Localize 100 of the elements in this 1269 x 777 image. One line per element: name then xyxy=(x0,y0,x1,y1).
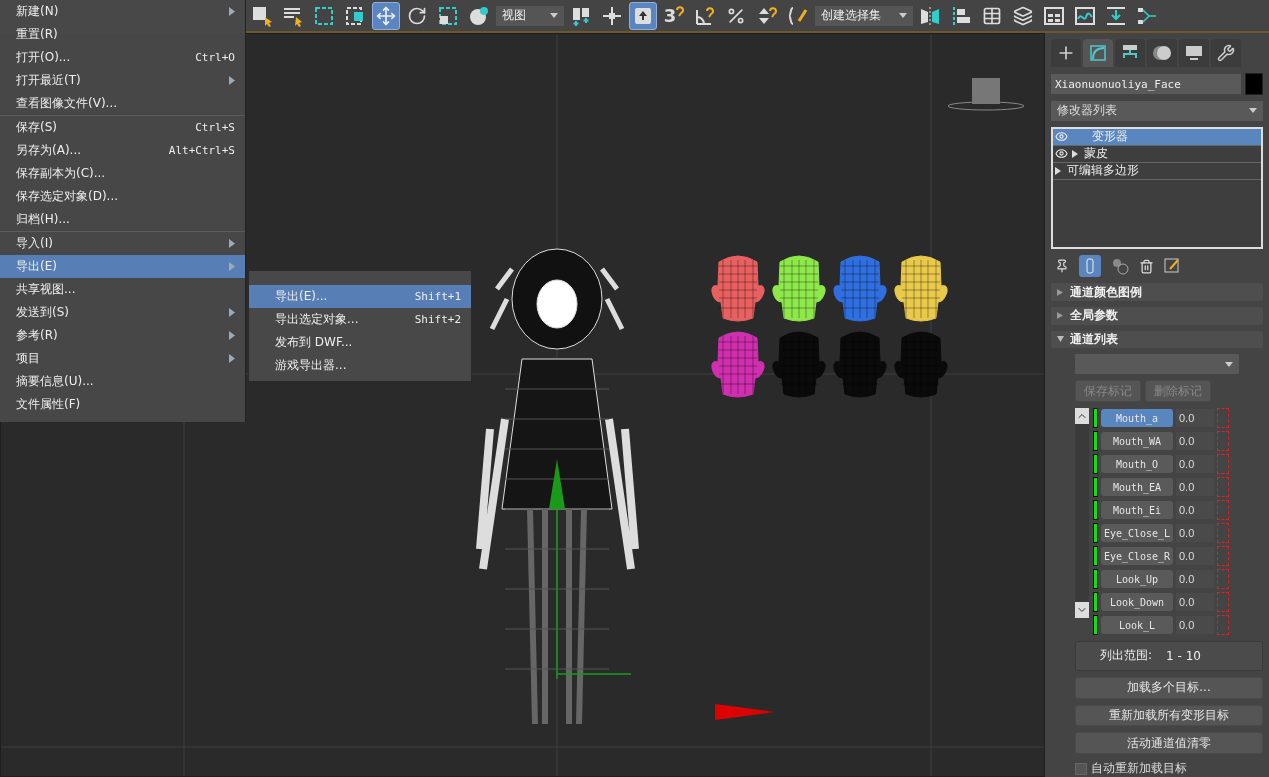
modifier-stack-item[interactable]: 可编辑多边形 xyxy=(1053,162,1261,180)
caret-icon xyxy=(899,13,907,18)
menu-item[interactable]: 重置(R) xyxy=(0,23,245,46)
submenu-arrow-icon xyxy=(229,262,235,271)
channel-status-bar xyxy=(1093,431,1098,452)
circles-icon[interactable] xyxy=(1147,39,1177,67)
menu-item[interactable]: 新建(N) xyxy=(0,0,245,23)
submenu-arrow-icon xyxy=(229,239,235,248)
menu-item[interactable]: 文件属性(F) xyxy=(0,393,245,416)
modifier-stack-item[interactable]: 蒙皮 xyxy=(1053,145,1261,163)
channel-name-button[interactable]: Mouth_EA xyxy=(1101,478,1173,497)
menu-item[interactable]: 保存(S) Ctrl+S xyxy=(0,116,245,139)
channel-value-field[interactable]: 0.0 xyxy=(1176,593,1214,612)
submenu-arrow-icon xyxy=(229,7,235,16)
expand-arrow-icon[interactable] xyxy=(1055,166,1061,175)
channel-value-field[interactable]: 0.0 xyxy=(1176,455,1214,474)
menu-item[interactable]: 保存副本为(C)... xyxy=(0,162,245,185)
channel-status-bar xyxy=(1093,569,1098,590)
show-end-result-icon[interactable] xyxy=(1079,255,1101,278)
menu-item[interactable]: 游戏导出器... xyxy=(249,354,471,377)
caret-icon xyxy=(1225,361,1233,367)
channel-name-button[interactable]: Eye_Close_L xyxy=(1101,524,1173,543)
caret-icon xyxy=(550,13,558,18)
channel-name-button[interactable]: Mouth_O xyxy=(1101,455,1173,474)
rollout-arrow-icon xyxy=(1057,288,1064,296)
modifier-list-dropdown[interactable]: 修改器列表 xyxy=(1051,101,1263,121)
submenu-arrow-icon xyxy=(229,308,235,317)
checkbox-label: 自动重新加载目标 xyxy=(1091,760,1187,777)
rollout-header[interactable]: 全局参数 xyxy=(1051,306,1263,325)
rollout-arrow-icon xyxy=(1057,336,1064,344)
channel-status-bar xyxy=(1093,477,1098,498)
menu-item[interactable]: 打开(O)... Ctrl+O xyxy=(0,46,245,69)
channel-value-field[interactable]: 0.0 xyxy=(1176,409,1214,428)
plus-icon[interactable] xyxy=(1051,39,1081,67)
channel-value-field[interactable]: 0.0 xyxy=(1176,478,1214,497)
channel-status-bar xyxy=(1093,546,1098,567)
channel-name-button[interactable]: Eye_Close_R xyxy=(1101,547,1173,566)
rollout-arrow-icon xyxy=(1057,312,1064,320)
menu-item[interactable]: 保存选定对象(D)... xyxy=(0,185,245,208)
configure-icon[interactable] xyxy=(1164,258,1180,275)
checkbox[interactable] xyxy=(1075,762,1087,775)
menu-item[interactable]: 导出(E)... Shift+1 xyxy=(249,285,471,308)
channel-status-bar xyxy=(1093,454,1098,475)
channel-value-field[interactable]: 0.0 xyxy=(1176,501,1214,520)
channel-name-button[interactable]: Look_Up xyxy=(1101,570,1173,589)
channel-name-button[interactable]: Look_Down xyxy=(1101,593,1173,612)
menu-item[interactable]: 发布到 DWF... xyxy=(249,331,471,354)
menu-item[interactable]: 摘要信息(U)... xyxy=(0,370,245,393)
range-value: 1 - 10 xyxy=(1166,649,1201,663)
menu-item[interactable]: 导入(I) xyxy=(0,232,245,255)
action-button[interactable]: 加载多个目标... xyxy=(1075,676,1263,699)
menu-item[interactable]: 共享视图... xyxy=(0,278,245,301)
channel-status-bar xyxy=(1093,500,1098,521)
menu-item[interactable]: 另存为(A)... Alt+Ctrl+S xyxy=(0,139,245,162)
range-label: 列出范围: xyxy=(1100,647,1153,665)
object-name-field[interactable]: Xiaonuonuoliya_Face xyxy=(1051,74,1241,94)
curve-square-icon[interactable] xyxy=(1083,39,1113,67)
channel-value-field[interactable]: 0.0 xyxy=(1176,616,1214,635)
marker-dropdown[interactable] xyxy=(1075,354,1239,375)
channel-name-button[interactable]: Mouth_WA xyxy=(1101,432,1173,451)
scrollbar[interactable] xyxy=(1075,408,1089,619)
menu-item[interactable]: 参考(R) xyxy=(0,324,245,347)
channel-status-bar xyxy=(1093,408,1098,429)
move-icon[interactable] xyxy=(372,1,400,30)
rollout-header[interactable]: 通道颜色图例 xyxy=(1051,283,1263,301)
action-button[interactable]: 重新加载所有变形目标 xyxy=(1075,704,1263,727)
menu-item[interactable]: 归档(H)... xyxy=(0,208,245,231)
menu-item[interactable]: 发送到(S) xyxy=(0,301,245,324)
toolbar-dropdown[interactable]: 视图 xyxy=(496,5,564,26)
action-button[interactable]: 活动通道值清零 xyxy=(1075,732,1263,754)
monitor-icon[interactable] xyxy=(1179,39,1209,67)
menu-item[interactable]: 导出选定对象... Shift+2 xyxy=(249,308,471,331)
channel-name-button[interactable]: Mouth_Ei xyxy=(1101,501,1173,520)
object-color-swatch[interactable] xyxy=(1245,73,1263,95)
menu-item[interactable]: 导出(E) xyxy=(0,255,245,278)
scroll-up-icon[interactable] xyxy=(1075,408,1089,425)
channel-value-field[interactable]: 0.0 xyxy=(1176,432,1214,451)
pin-icon[interactable] xyxy=(1055,259,1069,274)
caret-icon xyxy=(1249,108,1257,114)
channel-status-bar xyxy=(1093,523,1098,544)
trash-icon[interactable] xyxy=(1139,258,1154,274)
up-arrow-key-icon[interactable] xyxy=(629,1,657,30)
hierarchy-icon[interactable] xyxy=(1115,39,1145,67)
submenu-arrow-icon xyxy=(229,354,235,363)
channel-value-field[interactable]: 0.0 xyxy=(1176,524,1214,543)
channel-name-button[interactable]: Look_L xyxy=(1101,616,1173,635)
menu-item[interactable]: 查看图像文件(V)... xyxy=(0,92,245,115)
eye-icon[interactable] xyxy=(1055,147,1068,161)
channel-value-field[interactable]: 0.0 xyxy=(1176,547,1214,566)
channel-status-bar xyxy=(1093,615,1098,636)
wrench-icon[interactable] xyxy=(1211,39,1241,67)
menu-item[interactable]: 项目 xyxy=(0,347,245,370)
menu-item[interactable]: 打开最近(T) xyxy=(0,69,245,92)
submenu-arrow-icon xyxy=(229,331,235,340)
channel-value-field[interactable]: 0.0 xyxy=(1176,570,1214,589)
submenu-arrow-icon xyxy=(229,76,235,85)
rollout-header[interactable]: 通道列表 xyxy=(1051,330,1263,349)
scroll-down-icon[interactable] xyxy=(1075,602,1089,619)
toolbar-dropdown[interactable]: 创建选择集 xyxy=(815,5,913,26)
expand-arrow-icon[interactable] xyxy=(1072,149,1078,158)
